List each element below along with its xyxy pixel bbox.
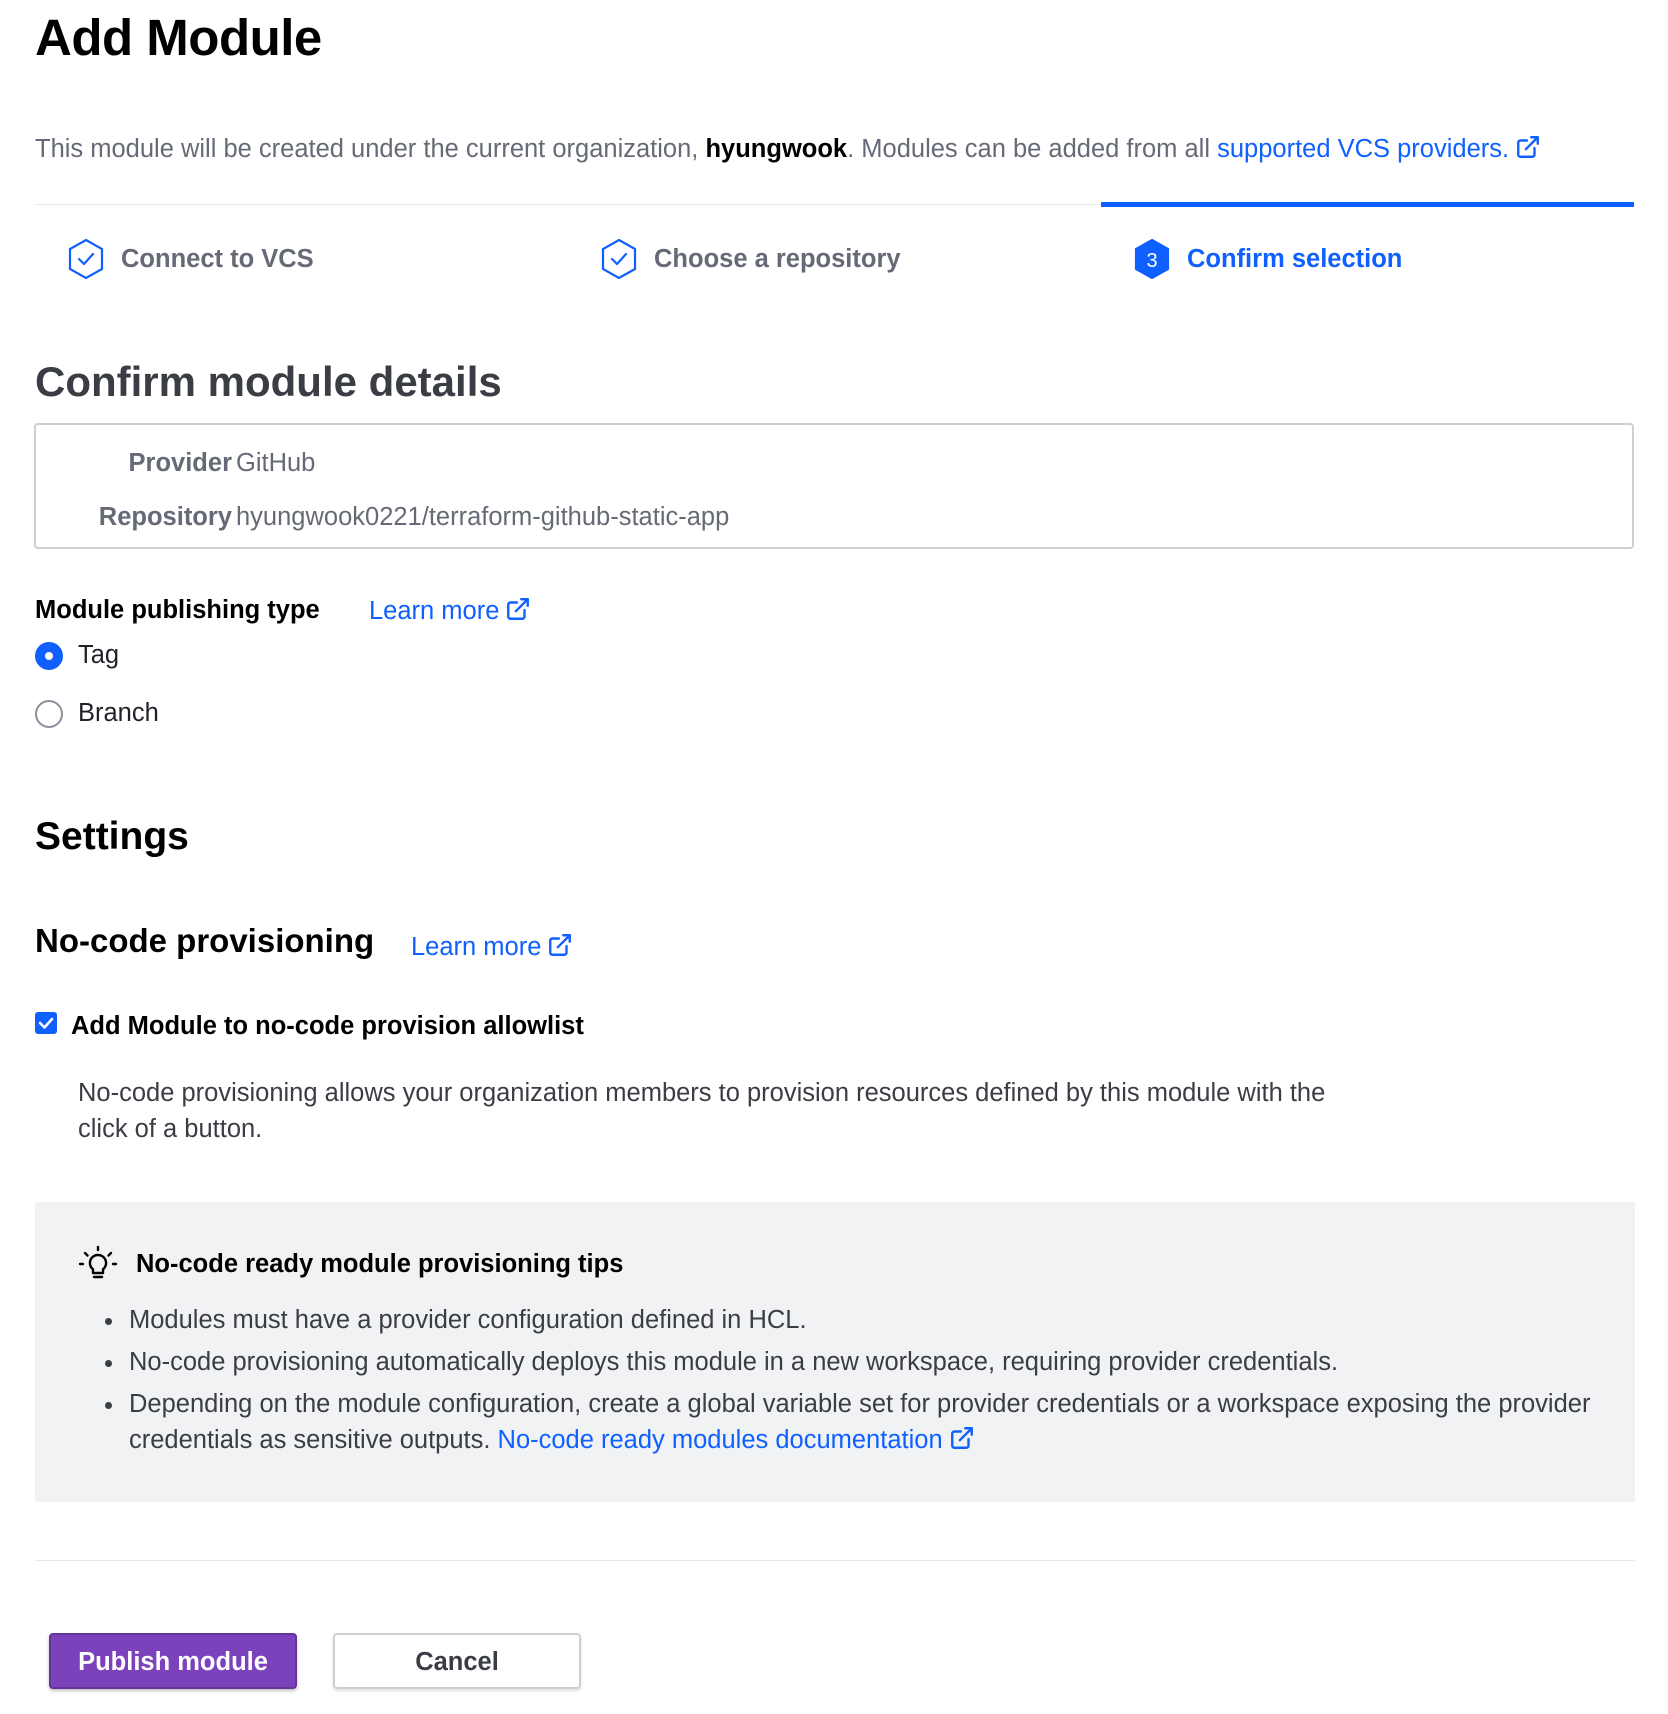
settings-title: Settings xyxy=(35,815,189,858)
tip-text: Modules must have a provider configurati… xyxy=(129,1306,807,1334)
tips-list: Modules must have a provider configurati… xyxy=(105,1302,1609,1467)
organization-name: hyungwook xyxy=(705,135,848,163)
numbered-hexagon-icon: 3 xyxy=(1132,237,1172,281)
step-choose-repository[interactable]: Choose a repository xyxy=(568,205,1101,315)
step-connect-to-vcs[interactable]: Connect to VCS xyxy=(35,205,568,315)
cancel-button[interactable]: Cancel xyxy=(333,1633,581,1689)
detail-key: Provider xyxy=(128,449,232,477)
check-hexagon-icon xyxy=(66,237,106,281)
step-confirm-selection[interactable]: 3 Confirm selection xyxy=(1101,202,1634,315)
docs-link-label: No-code ready modules documentation xyxy=(497,1426,943,1454)
detail-row-repository: Repository hyungwook0221/terraform-githu… xyxy=(36,503,1632,539)
external-link-icon xyxy=(949,1425,975,1461)
external-link-icon xyxy=(505,596,531,629)
tip-item: Modules must have a provider configurati… xyxy=(105,1302,1609,1338)
publishing-type-learn-more-link[interactable]: Learn more xyxy=(369,596,531,629)
detail-value: hyungwook0221/terraform-github-static-ap… xyxy=(236,503,730,531)
supported-vcs-providers-link[interactable]: supported VCS providers. xyxy=(1217,135,1541,163)
external-link-icon xyxy=(1515,134,1541,167)
branch-radio[interactable] xyxy=(35,700,63,728)
tips-panel: No-code ready module provisioning tips M… xyxy=(35,1202,1635,1502)
checkmark-icon xyxy=(38,1017,54,1029)
intro-text: This module will be created under the cu… xyxy=(35,134,1541,167)
learn-more-label: Learn more xyxy=(369,597,500,625)
radio-label: Tag xyxy=(78,641,120,669)
step-label: Connect to VCS xyxy=(121,245,314,273)
no-code-allowlist-label[interactable]: Add Module to no-code provision allowlis… xyxy=(71,1012,584,1041)
tag-radio[interactable] xyxy=(35,642,63,670)
tip-item: No-code provisioning automatically deplo… xyxy=(105,1344,1609,1380)
step-label: Choose a repository xyxy=(654,245,901,273)
check-hexagon-icon xyxy=(599,237,639,281)
no-code-help-text: No-code provisioning allows your organiz… xyxy=(78,1079,1326,1143)
tip-item: Depending on the module configuration, c… xyxy=(105,1386,1609,1461)
no-code-learn-more-link[interactable]: Learn more xyxy=(411,932,573,965)
lightbulb-icon xyxy=(77,1244,119,1286)
footer-divider xyxy=(35,1560,1635,1561)
confirm-details-title: Confirm module details xyxy=(35,358,502,405)
intro-text-after: . Modules can be added from all xyxy=(847,135,1218,163)
step-number: 3 xyxy=(1146,250,1157,272)
intro-text-before: This module will be created under the cu… xyxy=(35,135,706,163)
page-title: Add Module xyxy=(35,9,322,66)
stepper: Connect to VCS Choose a repository 3 Con… xyxy=(35,202,1635,315)
no-code-provisioning-title: No-code provisioning xyxy=(35,922,375,959)
detail-key: Repository xyxy=(98,503,232,531)
step-label: Confirm selection xyxy=(1187,245,1403,273)
tip-text: No-code provisioning automatically deplo… xyxy=(129,1348,1339,1376)
no-code-allowlist-checkbox[interactable] xyxy=(35,1012,57,1034)
learn-more-label: Learn more xyxy=(411,933,542,961)
supported-vcs-providers-link-label: supported VCS providers. xyxy=(1217,135,1510,163)
publishing-type-label: Module publishing type xyxy=(35,596,320,624)
radio-label: Branch xyxy=(78,699,159,727)
detail-row-provider: Provider GitHub xyxy=(36,449,1632,485)
detail-value: GitHub xyxy=(236,449,316,477)
tips-title: No-code ready module provisioning tips xyxy=(136,1250,624,1278)
external-link-icon xyxy=(547,932,573,965)
publish-module-button[interactable]: Publish module xyxy=(49,1633,297,1689)
no-code-docs-link[interactable]: No-code ready modules documentation xyxy=(498,1426,975,1454)
module-details-box: Provider GitHub Repository hyungwook0221… xyxy=(34,423,1634,549)
